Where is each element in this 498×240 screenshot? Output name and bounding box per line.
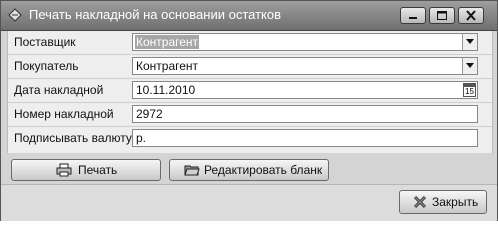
close-dialog-button[interactable]: Закрыть (399, 190, 487, 214)
window-title: Печать накладной на основании остатков (29, 7, 281, 22)
date-row: Дата накладной 10.11.2010 15 (8, 79, 492, 103)
close-button[interactable] (458, 7, 484, 24)
dropdown-button[interactable] (462, 34, 477, 50)
currency-row: Подписывать валюту р. (8, 127, 492, 150)
maximize-button[interactable] (429, 7, 455, 24)
close-icon (413, 195, 427, 209)
maximize-icon (437, 11, 447, 20)
number-value: 2972 (136, 107, 163, 121)
calendar-icon[interactable]: 15 (463, 83, 476, 97)
close-icon (466, 10, 476, 21)
buyer-value: Контрагент (136, 59, 199, 73)
buyer-label: Покупатель (14, 59, 79, 73)
number-row: Номер накладной 2972 (8, 103, 492, 127)
edit-form-button-label: Редактировать бланк (204, 163, 323, 177)
date-input[interactable]: 10.11.2010 15 (132, 81, 478, 99)
invoice-form: Поставщик Контрагент Покупатель Контраге… (7, 31, 493, 153)
close-dialog-button-label: Закрыть (432, 195, 479, 209)
document-icon (7, 7, 23, 23)
dropdown-button[interactable] (462, 58, 477, 74)
currency-label: Подписывать валюту (14, 131, 132, 145)
title-bar[interactable]: Печать накладной на основании остатков (1, 1, 497, 31)
chevron-down-icon (466, 63, 474, 68)
edit-form-button[interactable]: Редактировать бланк (169, 159, 329, 181)
currency-value: р. (136, 131, 147, 145)
supplier-select[interactable]: Контрагент (132, 33, 478, 51)
date-label: Дата накладной (14, 83, 104, 97)
supplier-label: Поставщик (14, 35, 76, 49)
number-input[interactable]: 2972 (132, 105, 478, 123)
minimize-icon (409, 17, 417, 19)
supplier-value: Контрагент (135, 35, 200, 49)
currency-input[interactable]: р. (132, 129, 478, 147)
date-value: 10.11.2010 (136, 83, 196, 97)
print-button[interactable]: Печать (11, 159, 161, 181)
print-invoice-window: Печать накладной на основании остатков П… (0, 0, 498, 221)
bottom-bar: Закрыть (1, 184, 497, 221)
chevron-down-icon (466, 39, 474, 44)
folder-icon (184, 165, 200, 176)
minimize-button[interactable] (400, 7, 426, 24)
buyer-row: Покупатель Контрагент (8, 55, 492, 79)
supplier-row: Поставщик Контрагент (8, 31, 492, 55)
printer-icon (56, 163, 72, 177)
print-button-label: Печать (78, 163, 118, 177)
buyer-select[interactable]: Контрагент (132, 57, 478, 75)
number-label: Номер накладной (14, 107, 114, 121)
